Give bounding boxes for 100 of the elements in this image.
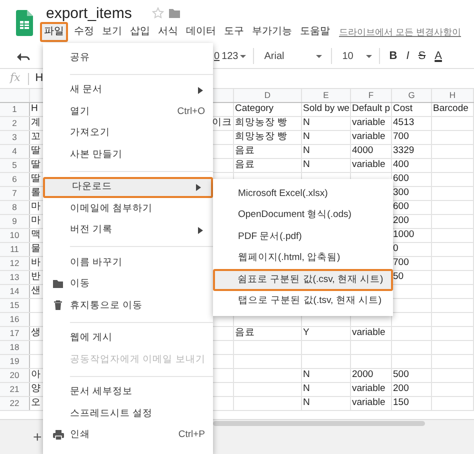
- row-header[interactable]: 22: [0, 397, 30, 410]
- table-cell[interactable]: 150: [392, 397, 432, 410]
- table-cell[interactable]: N: [302, 145, 351, 158]
- menu-item[interactable]: 서식: [156, 24, 180, 40]
- menu-item[interactable]: 문서 세부정보: [43, 382, 213, 403]
- menu-item[interactable]: 다운로드: [43, 176, 213, 198]
- column-header[interactable]: F: [351, 89, 392, 102]
- row-header[interactable]: 11: [0, 243, 30, 256]
- menu-item[interactable]: 탭으로 구분된 값(.tsv, 현재 시트): [213, 290, 393, 312]
- italic-button[interactable]: I: [406, 48, 410, 64]
- menu-item[interactable]: 수정: [72, 24, 96, 40]
- row-header[interactable]: 10: [0, 229, 30, 242]
- table-cell[interactable]: 3329: [392, 145, 432, 158]
- table-cell[interactable]: 희망농장 빵: [234, 117, 302, 130]
- menu-item[interactable]: 이름 바꾸기: [43, 252, 213, 274]
- row-header[interactable]: 6: [0, 173, 30, 186]
- table-cell[interactable]: 4000: [351, 145, 392, 158]
- table-cell[interactable]: 음료: [234, 327, 302, 340]
- table-cell[interactable]: variable: [351, 159, 392, 172]
- table-cell[interactable]: variable: [351, 327, 392, 340]
- table-cell[interactable]: N: [302, 117, 351, 130]
- menu-item[interactable]: 웹에 게시: [43, 328, 213, 349]
- row-header[interactable]: 14: [0, 285, 30, 298]
- row-header[interactable]: 21: [0, 383, 30, 396]
- strikethrough-button[interactable]: S: [418, 48, 426, 64]
- row-header[interactable]: 18: [0, 341, 30, 354]
- bold-button[interactable]: B: [389, 48, 398, 64]
- menu-item[interactable]: 이메일에 첨부하기: [43, 198, 213, 220]
- table-cell[interactable]: 2000: [351, 369, 392, 382]
- table-cell[interactable]: variable: [351, 383, 392, 396]
- menu-item[interactable]: 스프레드시트 설정: [43, 403, 213, 424]
- row-header[interactable]: 19: [0, 355, 30, 368]
- row-header[interactable]: 20: [0, 369, 30, 382]
- table-cell[interactable]: N: [302, 369, 351, 382]
- table-cell[interactable]: 음료: [234, 145, 302, 158]
- number-format-button[interactable]: 123: [222, 48, 238, 64]
- row-header[interactable]: 12: [0, 257, 30, 270]
- dropdown-caret-icon[interactable]: [240, 54, 246, 58]
- scrollbar[interactable]: [213, 421, 425, 426]
- table-cell[interactable]: Y: [302, 327, 351, 340]
- menu-item[interactable]: 도구: [222, 24, 246, 40]
- undo-icon[interactable]: [16, 51, 30, 61]
- table-cell[interactable]: N: [302, 159, 351, 172]
- table-cell[interactable]: 4513: [392, 117, 432, 130]
- row-header[interactable]: 16: [0, 313, 30, 326]
- dropdown-caret-icon[interactable]: [316, 54, 322, 58]
- menu-item[interactable]: 새 문서: [43, 80, 213, 101]
- folder-icon[interactable]: [168, 8, 180, 18]
- column-header[interactable]: H: [432, 89, 474, 102]
- menu-item[interactable]: 열기 Ctrl+O: [43, 101, 213, 122]
- row-header[interactable]: 3: [0, 131, 30, 144]
- table-cell[interactable]: 400: [392, 159, 432, 172]
- table-cell[interactable]: 200: [392, 383, 432, 396]
- table-cell[interactable]: 500: [392, 369, 432, 382]
- save-status-link[interactable]: 드라이브에서 모든 변경사항이: [339, 28, 462, 36]
- font-select[interactable]: Arial: [264, 48, 316, 64]
- add-sheet-button[interactable]: +: [33, 430, 42, 445]
- column-header[interactable]: D: [234, 89, 302, 102]
- menu-item[interactable]: 사본 만들기: [43, 144, 213, 166]
- table-cell[interactable]: variable: [351, 131, 392, 144]
- table-cell[interactable]: 음료: [234, 159, 302, 172]
- table-cell[interactable]: 희망농장 빵: [234, 131, 302, 144]
- menu-item[interactable]: 삽입: [128, 24, 152, 40]
- table-cell[interactable]: variable: [351, 397, 392, 410]
- row-header[interactable]: 7: [0, 187, 30, 200]
- menu-item[interactable]: 쉼표로 구분된 값(.csv, 현재 시트): [213, 269, 393, 290]
- font-size-select[interactable]: 10: [342, 48, 360, 64]
- row-header[interactable]: 13: [0, 271, 30, 284]
- row-header[interactable]: 8: [0, 201, 30, 214]
- menu-item[interactable]: 이동: [43, 274, 213, 295]
- menu-item[interactable]: 공유: [43, 47, 213, 68]
- table-cell[interactable]: N: [302, 131, 351, 144]
- menu-item[interactable]: 데이터: [184, 24, 218, 40]
- star-icon[interactable]: [152, 7, 164, 19]
- menu-item[interactable]: Microsoft Excel(.xlsx): [213, 183, 393, 204]
- table-cell[interactable]: Default p: [351, 103, 392, 116]
- menu-item[interactable]: 웹페이지(.html, 압축됨): [213, 248, 393, 269]
- table-cell[interactable]: N: [302, 383, 351, 396]
- menu-item[interactable]: 도움말: [298, 24, 332, 40]
- table-cell[interactable]: 700: [392, 131, 432, 144]
- row-header[interactable]: 4: [0, 145, 30, 158]
- row-header[interactable]: 9: [0, 215, 30, 228]
- row-header[interactable]: 2: [0, 117, 30, 130]
- dropdown-caret-icon[interactable]: [366, 54, 372, 58]
- table-cell[interactable]: N: [302, 397, 351, 410]
- menu-item[interactable]: 파일: [40, 22, 68, 42]
- table-cell[interactable]: Sold by we: [302, 103, 351, 116]
- menu-item[interactable]: 가져오기: [43, 122, 213, 144]
- menu-item[interactable]: 부가기능: [250, 24, 294, 40]
- column-header[interactable]: E: [302, 89, 351, 102]
- menu-item[interactable]: 휴지통으로 이동: [43, 295, 213, 316]
- column-header[interactable]: G: [392, 89, 432, 102]
- menu-item[interactable]: 버전 기록: [43, 220, 213, 241]
- table-cell[interactable]: Cost: [392, 103, 432, 116]
- text-color-button[interactable]: A: [434, 48, 442, 64]
- row-header[interactable]: 15: [0, 299, 30, 312]
- menu-item[interactable]: 보기: [100, 24, 124, 40]
- menu-item[interactable]: OpenDocument 형식(.ods): [213, 204, 393, 226]
- row-header[interactable]: 5: [0, 159, 30, 172]
- table-cell[interactable]: Barcode: [432, 103, 474, 116]
